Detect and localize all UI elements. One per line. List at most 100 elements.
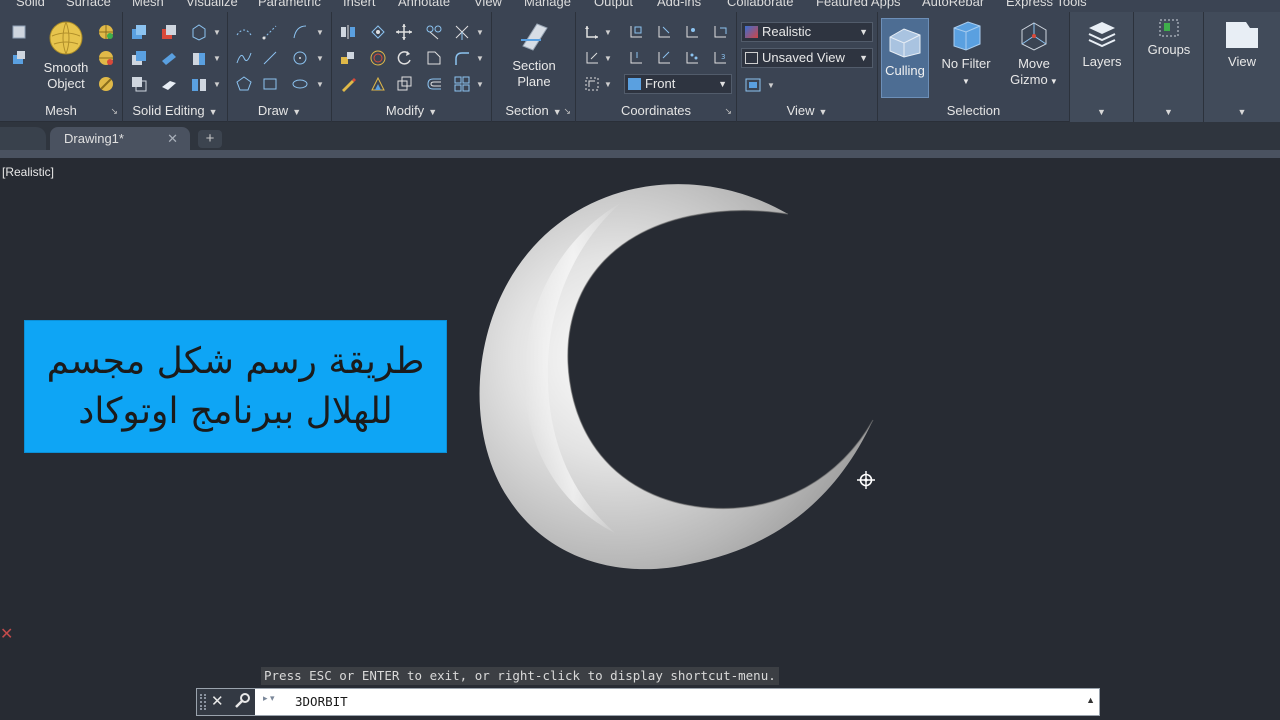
command-line-grip[interactable]: ✕ (197, 689, 255, 715)
ucs-world-icon[interactable] (626, 22, 646, 42)
coordinates-panel-title[interactable]: Coordinates ↘ (576, 102, 736, 120)
no-filter-button[interactable]: No Filter ▼ (936, 20, 996, 90)
menu-tab-express-tools[interactable]: Express Tools (1006, 0, 1087, 9)
culling-button[interactable]: Culling (881, 18, 929, 98)
ucs-3point-icon[interactable] (682, 48, 702, 68)
offset-icon[interactable] (424, 74, 444, 94)
ucs-object-icon[interactable] (582, 74, 602, 94)
drawing-canvas[interactable]: [Realistic] ✕ طريقة رسم شكل مجسم للهلال … (0, 158, 1280, 720)
ellipse-icon[interactable] (290, 74, 310, 94)
menu-tab-autorebar[interactable]: AutoRebar (922, 0, 984, 9)
polygon-icon[interactable] (234, 74, 254, 94)
menu-tab-visualize[interactable]: Visualize (186, 0, 238, 9)
menu-tab-featured-apps[interactable]: Featured Apps (816, 0, 901, 9)
view-right-button[interactable]: View (1210, 20, 1274, 70)
ucs-named-icon[interactable] (582, 48, 602, 68)
align-icon[interactable] (424, 22, 444, 42)
line-dashed-icon[interactable] (260, 22, 280, 42)
trim-icon[interactable] (452, 22, 472, 42)
menu-tab-surface[interactable]: Surface (66, 0, 111, 9)
solid-editing-panel-title[interactable]: Solid Editing ▼ (123, 102, 227, 120)
array-3d-icon[interactable] (338, 48, 358, 68)
mesh-box-icon[interactable] (9, 22, 29, 42)
view-panel-title[interactable]: View ▼ (737, 102, 877, 120)
ucs-z-icon[interactable] (654, 48, 674, 68)
menu-tab-add-ins[interactable]: Add-ins (657, 0, 701, 9)
extract-edges-icon[interactable] (189, 22, 209, 42)
interfere-icon[interactable] (129, 74, 149, 94)
start-tab[interactable] (0, 127, 46, 151)
recent-commands-icon[interactable]: ▸ ▾ (263, 693, 275, 704)
grip-handle-icon[interactable] (200, 694, 206, 710)
view-orientation-select[interactable]: Front ▼ (624, 74, 732, 94)
mesh-panel-title[interactable]: Mesh ↘ (0, 102, 122, 120)
subtract-icon[interactable] (159, 22, 179, 42)
menu-tab-mesh[interactable]: Mesh (132, 0, 164, 9)
mesh-primitive-icon[interactable] (9, 48, 29, 68)
smooth-object-button[interactable]: Smooth Object (38, 20, 94, 92)
draw-panel-title[interactable]: Draw ▼ (228, 102, 331, 120)
command-history-icon[interactable]: ▲ (1086, 695, 1095, 705)
thicken-icon[interactable] (159, 74, 179, 94)
ucs-x-icon[interactable] (654, 22, 674, 42)
groups-panel-expand[interactable]: ▼ (1134, 102, 1203, 120)
section-panel-title[interactable]: Section ▼ ↘ (492, 102, 575, 120)
named-view-select[interactable]: Unsaved View ▼ (741, 48, 873, 68)
move-icon[interactable] (394, 22, 414, 42)
view-right-panel-expand[interactable]: ▼ (1204, 102, 1280, 120)
smooth-less-icon[interactable] (96, 48, 116, 68)
scale-icon[interactable] (368, 74, 388, 94)
ucs-origin-icon[interactable] (682, 22, 702, 42)
polysolid-dashed-icon[interactable] (234, 22, 254, 42)
drawing-tab[interactable]: Drawing1* ✕ (50, 127, 190, 151)
scale-3d-icon[interactable] (368, 48, 388, 68)
ucs-icon[interactable] (582, 22, 602, 42)
close-command-icon[interactable]: ✕ (211, 692, 224, 710)
arc-icon[interactable] (290, 22, 310, 42)
rectangle-icon[interactable] (260, 74, 280, 94)
extrude-faces-icon[interactable] (189, 48, 209, 68)
groups-button[interactable]: Groups (1138, 18, 1200, 58)
menu-tab-manage[interactable]: Manage (524, 0, 571, 9)
layers-button[interactable]: Layers (1074, 18, 1130, 70)
copy-icon[interactable] (394, 74, 414, 94)
array-icon[interactable] (452, 74, 472, 94)
ucs-zaxis-icon[interactable]: 3 (710, 48, 730, 68)
viewport-config-icon[interactable] (743, 75, 763, 95)
customize-wrench-icon[interactable] (233, 692, 251, 710)
command-line[interactable]: ✕ ▸ ▾ 3DORBIT ▲ (196, 688, 1100, 716)
move-gizmo-button[interactable]: Move Gizmo ▼ (1004, 20, 1064, 90)
rotate-icon[interactable] (394, 48, 414, 68)
menu-tab-view[interactable]: View (474, 0, 502, 9)
line-icon[interactable] (260, 48, 280, 68)
menu-tab-collaborate[interactable]: Collaborate (727, 0, 794, 9)
close-tab-icon[interactable]: ✕ (167, 127, 178, 151)
layers-panel-expand[interactable]: ▼ (1070, 102, 1133, 120)
intersect-icon[interactable] (129, 48, 149, 68)
ucs-y-icon[interactable] (626, 48, 646, 68)
menu-tab-solid[interactable]: Solid (16, 0, 45, 9)
menu-tab-insert[interactable]: Insert (343, 0, 376, 9)
visual-style-select[interactable]: Realistic ▼ (741, 22, 873, 42)
section-plane-button[interactable]: Section Plane (500, 20, 568, 90)
circle-icon[interactable] (290, 48, 310, 68)
mirror-3d-icon[interactable] (338, 22, 358, 42)
erase-icon[interactable] (338, 74, 358, 94)
smooth-more-icon[interactable] (96, 22, 116, 42)
ucs-view-icon[interactable] (710, 22, 730, 42)
modify-panel-title[interactable]: Modify ▼ (332, 102, 491, 120)
refine-mesh-icon[interactable] (96, 74, 116, 94)
separate-icon[interactable] (189, 74, 209, 94)
new-tab-button[interactable]: + (198, 130, 222, 148)
command-input[interactable]: 3DORBIT (295, 694, 348, 709)
fillet-icon[interactable] (452, 48, 472, 68)
selection-panel-title[interactable]: Selection (878, 102, 1069, 120)
union-icon[interactable] (129, 22, 149, 42)
menu-tab-parametric[interactable]: Parametric (258, 0, 321, 9)
spline-icon[interactable] (234, 48, 254, 68)
slice-icon[interactable] (159, 48, 179, 68)
menu-tab-annotate[interactable]: Annotate (398, 0, 450, 9)
stretch-icon[interactable] (424, 48, 444, 68)
menu-tab-output[interactable]: Output (594, 0, 633, 9)
rotate-3d-icon[interactable] (368, 22, 388, 42)
